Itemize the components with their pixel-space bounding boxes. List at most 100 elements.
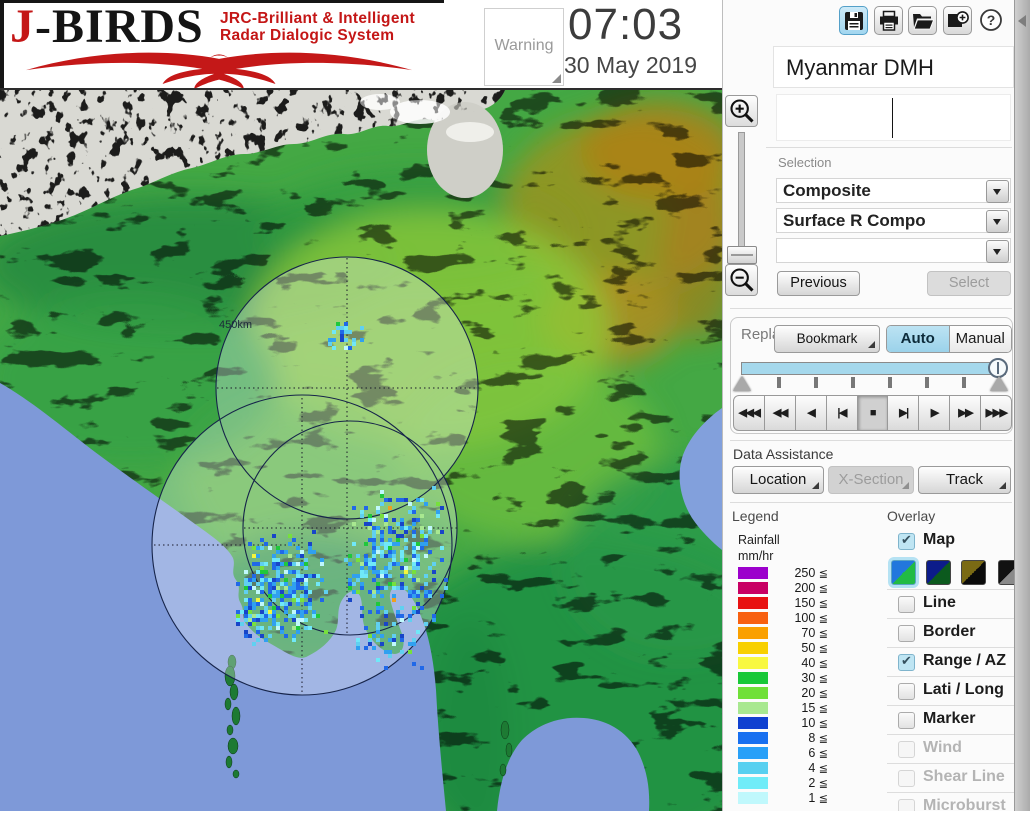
panel-collapse-strip[interactable]: [1014, 0, 1030, 811]
legend-value: 100 ≦: [794, 611, 828, 625]
dropdown-arrow-icon[interactable]: [986, 180, 1009, 203]
legend-value: 40 ≦: [801, 656, 828, 670]
legend-swatch: [738, 687, 768, 699]
overlay-item-label: Microburst: [923, 797, 1006, 811]
legend-value: 70 ≦: [801, 626, 828, 640]
legend-row: 200 ≦: [738, 581, 868, 596]
checkbox[interactable]: [898, 683, 915, 700]
legend-row: 150 ≦: [738, 596, 868, 611]
warning-panel[interactable]: Warning: [484, 8, 564, 86]
legend-row: 2 ≦: [738, 776, 868, 791]
legend-value: 20 ≦: [801, 686, 828, 700]
checkbox[interactable]: [898, 712, 915, 729]
overlay-item-label: Lati / Long: [923, 681, 1004, 698]
help-icon: ?: [980, 9, 1002, 31]
select-button[interactable]: Select: [927, 271, 1011, 296]
help-button[interactable]: ?: [977, 6, 1006, 35]
legend-row: 8 ≦: [738, 731, 868, 746]
open-folder-button[interactable]: [908, 6, 937, 35]
legend-swatch: [738, 672, 768, 684]
legend-value: 1 ≦: [808, 791, 828, 805]
overlay-item-label: Line: [923, 594, 956, 611]
overlay-item-lati-long[interactable]: Lati / Long: [887, 676, 1015, 706]
play-forward-button[interactable]: ▶: [918, 395, 951, 431]
warning-label: Warning: [494, 37, 554, 54]
overlay-item-range-az[interactable]: Range / AZ: [887, 647, 1015, 677]
overlay-item-shear-line[interactable]: Shear Line: [887, 763, 1015, 793]
overlay-item-marker[interactable]: Marker: [887, 705, 1015, 735]
legend-value: 30 ≦: [801, 671, 828, 685]
app-logo: J-BIRDS JRC-Brilliant & Intelligent Rada…: [0, 0, 444, 89]
resize-grip-icon[interactable]: [552, 74, 561, 83]
legend-swatch: [738, 597, 768, 609]
overlay-item-line[interactable]: Line: [887, 589, 1015, 619]
legend-value: 2 ≦: [808, 776, 828, 790]
legend-row: 100 ≦: [738, 611, 868, 626]
legend-value: 150 ≦: [794, 596, 828, 610]
overlay-item-label: Wind: [923, 739, 962, 756]
manual-mode-button[interactable]: Manual: [949, 326, 1011, 352]
overlay-item-border[interactable]: Border: [887, 618, 1015, 648]
overlay-item-microburst[interactable]: Microburst: [887, 792, 1015, 811]
dropdown-arrow-icon[interactable]: [986, 240, 1009, 263]
overlay-label: Overlay: [887, 508, 936, 524]
legend-row: 4 ≦: [738, 761, 868, 776]
legend-row: 50 ≦: [738, 641, 868, 656]
overlay-item-wind[interactable]: Wind: [887, 734, 1015, 764]
legend-value: 15 ≦: [801, 701, 828, 715]
overlay-item-label: Shear Line: [923, 768, 1005, 785]
legend-swatch: [738, 732, 768, 744]
checkbox[interactable]: [898, 741, 915, 758]
radar-map[interactable]: 450km: [0, 90, 810, 816]
legend-swatch: [738, 567, 768, 579]
legend-swatch: [738, 792, 768, 804]
legend-value: 4 ≦: [808, 761, 828, 775]
legend-row: 15 ≦: [738, 701, 868, 716]
range-label: 450km: [219, 319, 252, 331]
eagle-icon: [25, 52, 413, 89]
step-forward-button[interactable]: ▶|: [887, 395, 920, 431]
range-end-marker[interactable]: [990, 376, 1008, 391]
legend-swatch: [738, 612, 768, 624]
legend-row: 20 ≦: [738, 686, 868, 701]
checkbox[interactable]: [898, 596, 915, 613]
fast-forward-3-button[interactable]: ▶▶▶: [980, 395, 1013, 431]
control-panel: ? Myanmar DMH Selection Composite Surfac…: [722, 0, 1023, 811]
checkbox[interactable]: [898, 625, 915, 642]
checkbox[interactable]: [898, 770, 915, 787]
checkbox[interactable]: [898, 653, 915, 671]
overlay-item-label: Border: [923, 623, 976, 640]
slider-tick: [962, 377, 966, 388]
legend-scale: 250 ≦ 200 ≦ 150 ≦ 100 ≦ 70 ≦ 50 ≦ 40 ≦ 30 ≦ 20 ≦…: [723, 0, 883, 811]
legend-value: 250 ≦: [794, 566, 828, 580]
legend-row: 6 ≦: [738, 746, 868, 761]
legend-row: 10 ≦: [738, 716, 868, 731]
open-folder-icon: [913, 14, 935, 30]
fast-forward-2-button[interactable]: ▶▶: [949, 395, 982, 431]
dropdown-arrow-icon[interactable]: [986, 210, 1009, 233]
overlay-item-label: Marker: [923, 710, 976, 727]
legend-swatch: [738, 627, 768, 639]
collapse-arrow-icon[interactable]: [1018, 15, 1026, 27]
legend-row: 1 ≦: [738, 791, 868, 806]
auto-mode-button[interactable]: Auto: [887, 326, 950, 352]
slider-tick: [888, 377, 892, 388]
clock-time: 07:03: [568, 0, 684, 49]
application-window: J-BIRDS JRC-Brilliant & Intelligent Rada…: [0, 0, 1030, 816]
legend-swatch: [738, 717, 768, 729]
legend-value: 10 ≦: [801, 716, 828, 730]
replay-slider-thumb[interactable]: [988, 358, 1008, 378]
add-image-button[interactable]: [942, 6, 972, 35]
overlay-item-label: Range / AZ: [923, 652, 1006, 669]
legend-value: 6 ≦: [808, 746, 828, 760]
overlay-list: Line Border Range / AZ Lati / Long Marker Win…: [887, 528, 1015, 811]
track-button[interactable]: Track: [918, 466, 1011, 494]
legend-row: 70 ≦: [738, 626, 868, 641]
checkbox[interactable]: [898, 799, 915, 811]
clock-date: 30 May 2019: [564, 52, 697, 78]
slider-tick: [925, 377, 929, 388]
legend-swatch: [738, 762, 768, 774]
legend-swatch: [738, 657, 768, 669]
map-viewport[interactable]: 450km: [0, 88, 810, 816]
legend-row: 250 ≦: [738, 566, 868, 581]
